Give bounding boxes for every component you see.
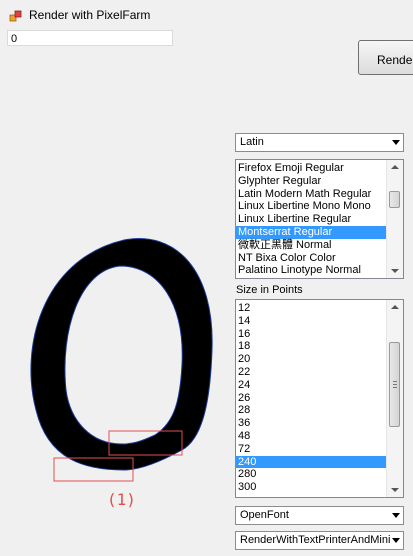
font-list-item[interactable]: 微軟正黑體 Normal (236, 239, 403, 252)
size-list-item[interactable]: 28 (236, 404, 403, 417)
font-list-item[interactable]: Palatino Linotype Normal (236, 264, 403, 277)
chevron-down-icon[interactable] (392, 538, 400, 543)
font-source-value: OpenFont (240, 509, 289, 521)
window-title: Render with PixelFarm (29, 8, 151, 22)
text-input[interactable]: 0 (7, 30, 173, 46)
size-list-item[interactable]: 240 (236, 455, 403, 469)
size-list-item[interactable]: 36 (236, 417, 403, 430)
size-list-item[interactable]: 16 (236, 328, 403, 341)
font-list-item[interactable]: Linux Libertine Regular (236, 213, 403, 226)
chevron-down-icon[interactable] (392, 140, 400, 145)
title-bar: Render with PixelFarm (0, 0, 413, 30)
font-list-item[interactable]: Glyphter Regular (236, 175, 403, 188)
font-source-combo[interactable]: OpenFont (235, 506, 404, 525)
size-list-item[interactable]: 48 (236, 430, 403, 443)
scroll-thumb[interactable] (389, 191, 400, 208)
font-list-item[interactable]: Linux Libertine Mono Mono (236, 200, 403, 213)
renderer-value: RenderWithTextPrinterAndMini (240, 534, 391, 546)
font-list[interactable]: Firefox Emoji Regular Glyphter Regular Lat… (235, 159, 404, 279)
font-list-item[interactable]: NT Bixa Color Color (236, 252, 403, 265)
size-list-item[interactable]: 22 (236, 366, 403, 379)
scroll-thumb[interactable] (389, 342, 400, 427)
annotation-label: (1) (107, 490, 136, 509)
size-list-item[interactable]: 14 (236, 315, 403, 328)
scroll-up-icon[interactable] (391, 165, 399, 169)
script-combo-value: Latin (240, 136, 264, 148)
size-list-item[interactable]: 24 (236, 379, 403, 392)
size-list-item[interactable]: 20 (236, 353, 403, 366)
scroll-down-icon[interactable] (391, 488, 399, 492)
renderer-combo[interactable]: RenderWithTextPrinterAndMini (235, 531, 404, 550)
render-button[interactable]: Render (358, 40, 413, 75)
scroll-down-icon[interactable] (391, 269, 399, 273)
script-combo[interactable]: Latin (235, 133, 404, 152)
size-list-scrollbar[interactable] (386, 300, 403, 497)
size-list-item[interactable]: 280 (236, 468, 403, 481)
size-list-item[interactable]: 26 (236, 392, 403, 405)
size-list-item[interactable]: 18 (236, 340, 403, 353)
font-list-scrollbar[interactable] (386, 160, 403, 278)
chevron-down-icon[interactable] (392, 513, 400, 518)
font-list-item[interactable]: Firefox Emoji Regular (236, 162, 403, 175)
scroll-up-icon[interactable] (391, 305, 399, 309)
glyph-canvas (30, 238, 213, 482)
size-list-item[interactable]: 12 (236, 302, 403, 315)
font-list-item[interactable]: Latin Modern Math Regular (236, 188, 403, 201)
size-list[interactable]: 12 14 16 18 20 22 24 26 28 36 48 72 240 280 300 (235, 299, 404, 498)
size-label: Size in Points (236, 284, 303, 296)
font-list-item[interactable]: Montserrat Regular (236, 225, 403, 239)
size-list-item[interactable]: 72 (236, 443, 403, 456)
glyph-o (30, 238, 213, 471)
size-list-item[interactable]: 300 (236, 481, 403, 494)
app-icon (9, 10, 22, 22)
